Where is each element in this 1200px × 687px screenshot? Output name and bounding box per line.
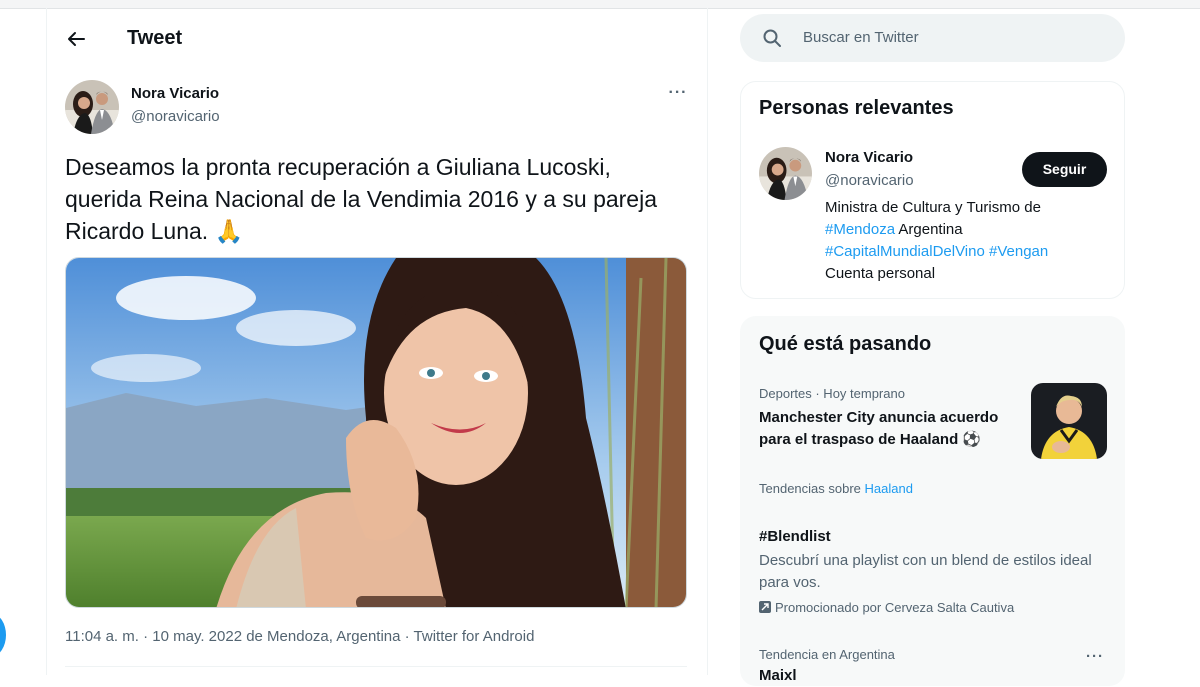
relevant-people-title: Personas relevantes (759, 97, 954, 119)
follow-button[interactable]: Seguir (1022, 152, 1107, 187)
page-title: Tweet (127, 27, 183, 49)
trend-footer: Tendencias sobre Haaland (759, 481, 913, 496)
hashtag-link-mendoza[interactable]: #Mendoza (825, 221, 895, 238)
divider (65, 666, 687, 667)
trends-title: Qué está pasando (759, 333, 932, 355)
promoted-icon (759, 601, 771, 613)
trends-card (740, 316, 1125, 686)
search-input[interactable] (740, 14, 1125, 62)
bio-text: Argentina (895, 221, 963, 238)
relevant-bio: Ministra de Cultura y Turismo de #Mendoz… (825, 197, 1100, 285)
trend-headline[interactable]: Manchester City anuncia acuerdo para el … (759, 407, 1019, 451)
hashtag-link-vengan[interactable]: #Vengan (989, 243, 1048, 260)
author-avatar[interactable] (65, 80, 119, 134)
trend-thumbnail[interactable] (1031, 383, 1107, 459)
trend-promo-text: Promocionado por Cerveza Salta Cautiva (775, 600, 1015, 615)
trend-headline[interactable]: #Blendlist (759, 526, 831, 548)
arrow-left-icon (68, 32, 85, 46)
bio-text: Cuenta personal (825, 265, 936, 282)
relevant-avatar[interactable] (759, 147, 812, 200)
relevant-handle[interactable]: @noravicario (825, 172, 914, 189)
tweet-photo[interactable] (65, 257, 687, 608)
bio-text: Ministra de Cultura y Turismo de (825, 199, 1041, 216)
trend-body: Descubrí una playlist con un blend de es… (759, 552, 1092, 591)
author-handle[interactable]: @noravicario (131, 108, 220, 125)
trend-meta: Deportes · Hoy temprano (759, 386, 905, 401)
trend-footer-link[interactable]: Haaland (865, 481, 913, 496)
hashtag-link-capital[interactable]: #CapitalMundialDelVino (825, 243, 985, 260)
tweet-meta: 11:04 a. m. · 10 may. 2022 de Mendoza, A… (65, 628, 535, 645)
trend-promo: Promocionado por Cerveza Salta Cautiva (759, 600, 1014, 615)
search-placeholder: Buscar en Twitter (803, 29, 919, 46)
search-icon (763, 29, 781, 47)
relevant-name[interactable]: Nora Vicario (825, 149, 913, 166)
back-button[interactable] (64, 27, 88, 51)
more-options-button[interactable]: ··· (667, 84, 689, 104)
trend-more-button[interactable]: ··· (1086, 648, 1104, 665)
trend-footer-prefix: Tendencias sobre (759, 481, 865, 496)
tweet-text: Deseamos la pronta recuperación a Giulia… (65, 154, 658, 244)
trend-meta: Tendencia en Argentina (759, 647, 895, 662)
floating-edge-button[interactable] (0, 614, 6, 656)
author-name[interactable]: Nora Vicario (131, 85, 219, 102)
trend-headline[interactable]: Maixl (759, 665, 797, 687)
